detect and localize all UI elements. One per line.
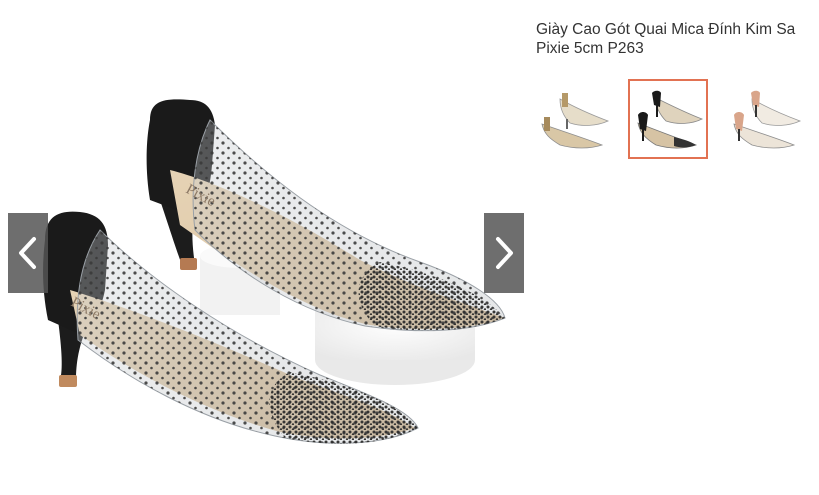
product-info: Giày Cao Gót Quai Mica Đính Kim Sa Pixie… xyxy=(536,20,806,58)
chevron-left-icon xyxy=(19,237,36,269)
shoe-nude-thumbnail-image xyxy=(733,90,802,149)
thumbnail-strip xyxy=(532,79,812,159)
thumbnail-3[interactable] xyxy=(724,79,804,159)
chevron-right-icon xyxy=(496,237,513,269)
thumbnail-1[interactable] xyxy=(532,79,612,159)
product-title: Giày Cao Gót Quai Mica Đính Kim Sa Pixie… xyxy=(536,21,796,57)
next-image-button[interactable] xyxy=(484,213,524,293)
product-page: Pixie Pixie Giày Cao Gót Quai Mica Đính … xyxy=(0,0,819,495)
shoe-gold-thumbnail-image xyxy=(541,93,610,149)
shoe-black-thumbnail-image xyxy=(637,90,703,149)
product-image-viewer: Pixie Pixie xyxy=(0,0,530,495)
thumbnail-2[interactable] xyxy=(628,79,708,159)
main-product-image: Pixie Pixie xyxy=(43,99,506,444)
previous-image-button[interactable] xyxy=(8,213,48,293)
